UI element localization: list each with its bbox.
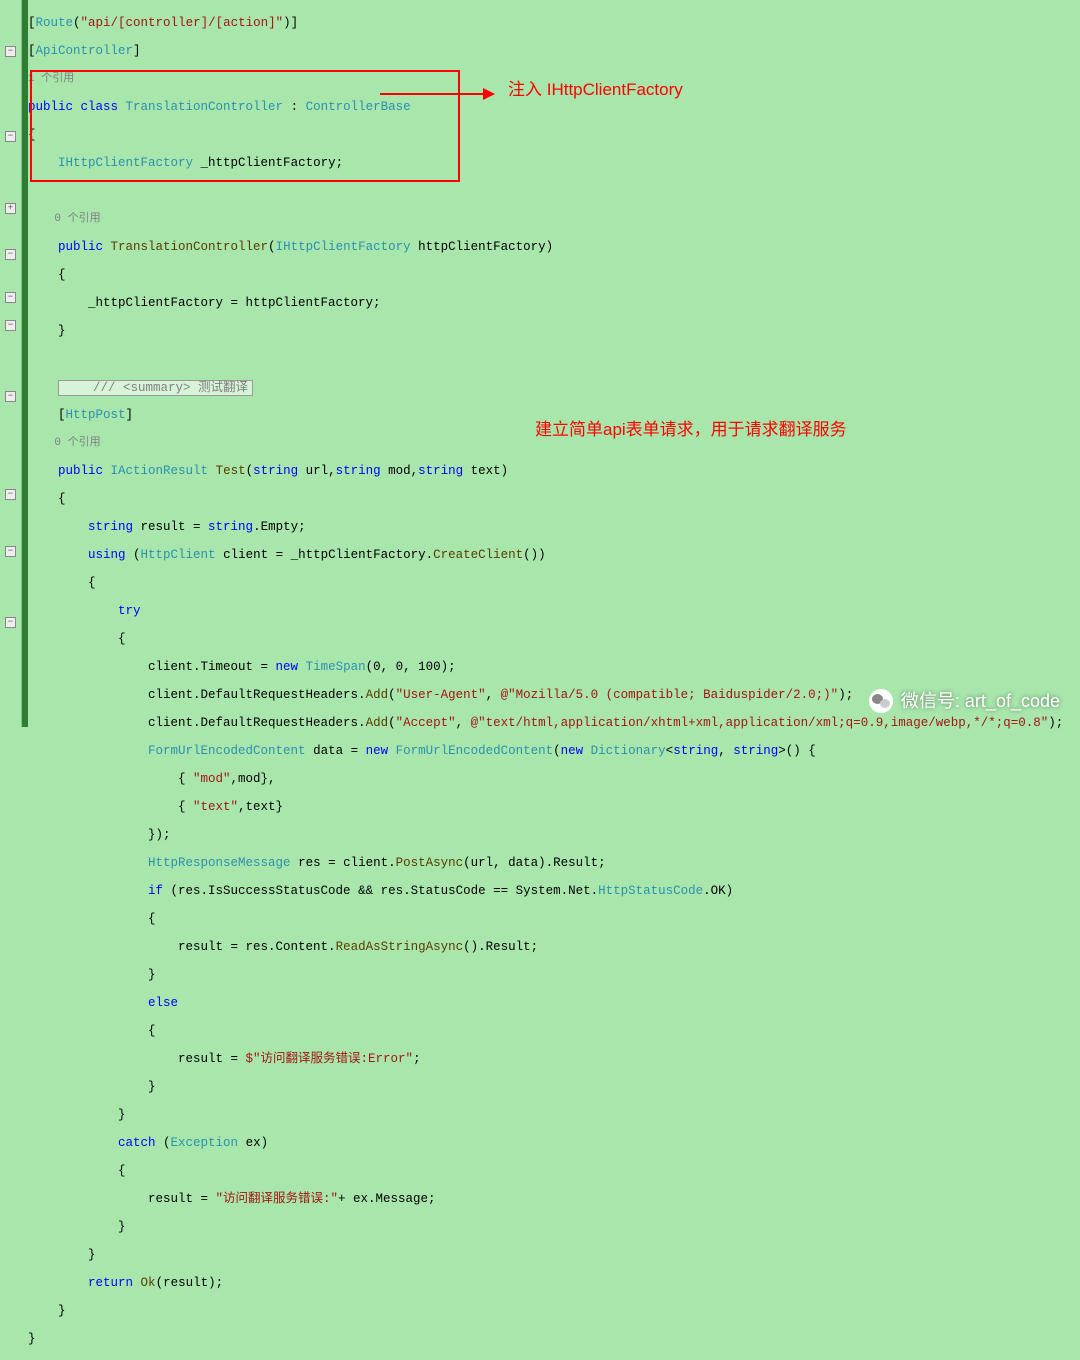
fold-icon[interactable]: − bbox=[5, 489, 16, 500]
fold-icon[interactable]: − bbox=[5, 617, 16, 628]
code-line: { bbox=[28, 912, 1080, 926]
code-line: { bbox=[28, 128, 1080, 142]
fold-icon[interactable]: − bbox=[5, 391, 16, 402]
code-lens[interactable]: 0 个引用 bbox=[28, 212, 1080, 226]
code-line: /// <summary> 测试翻译 bbox=[28, 380, 1080, 394]
fold-icon[interactable]: − bbox=[5, 292, 16, 303]
watermark-text: 微信号: art_of_code bbox=[901, 694, 1060, 708]
code-line: _httpClientFactory = httpClientFactory; bbox=[28, 296, 1080, 310]
code-line: } bbox=[28, 324, 1080, 338]
fold-icon[interactable]: − bbox=[5, 546, 16, 557]
code-line: catch (Exception ex) bbox=[28, 1136, 1080, 1150]
code-line: public TranslationController(IHttpClient… bbox=[28, 240, 1080, 254]
code-line: } bbox=[28, 1080, 1080, 1094]
code-line: { bbox=[28, 576, 1080, 590]
code-line: { bbox=[28, 632, 1080, 646]
arrow bbox=[380, 93, 485, 95]
code-line: { bbox=[28, 268, 1080, 282]
code-line: string result = string.Empty; bbox=[28, 520, 1080, 534]
fold-icon[interactable]: − bbox=[5, 249, 16, 260]
fold-icon[interactable]: − bbox=[5, 320, 16, 331]
wechat-icon bbox=[869, 689, 893, 713]
code-line: { bbox=[28, 492, 1080, 506]
code-line: } bbox=[28, 1304, 1080, 1318]
fold-icon[interactable]: + bbox=[5, 203, 16, 214]
code-line: try bbox=[28, 604, 1080, 618]
code-line bbox=[28, 352, 1080, 366]
code-line: result = $"访问翻译服务错误:Error"; bbox=[28, 1052, 1080, 1066]
code-line: HttpResponseMessage res = client.PostAsy… bbox=[28, 856, 1080, 870]
annotation-label: 注入 IHttpClientFactory bbox=[508, 83, 683, 97]
code-line: using (HttpClient client = _httpClientFa… bbox=[28, 548, 1080, 562]
code-line: } bbox=[28, 1332, 1080, 1346]
code-line: else bbox=[28, 996, 1080, 1010]
code-line: } bbox=[28, 1248, 1080, 1262]
collapsed-summary[interactable]: /// <summary> 测试翻译 bbox=[58, 380, 253, 396]
code-line: result = res.Content.ReadAsStringAsync()… bbox=[28, 940, 1080, 954]
code-line: if (res.IsSuccessStatusCode && res.Statu… bbox=[28, 884, 1080, 898]
code-line: client.Timeout = new TimeSpan(0, 0, 100)… bbox=[28, 660, 1080, 674]
code-line: { bbox=[28, 1024, 1080, 1038]
code-line: public class TranslationController : Con… bbox=[28, 100, 1080, 114]
code-line: { "text",text} bbox=[28, 800, 1080, 814]
code-line: client.DefaultRequestHeaders.Add("Accept… bbox=[28, 716, 1080, 730]
code-line: } bbox=[28, 968, 1080, 982]
code-line: IHttpClientFactory _httpClientFactory; bbox=[28, 156, 1080, 170]
code-line bbox=[28, 184, 1080, 198]
code-line: return Ok(result); bbox=[28, 1276, 1080, 1290]
code-line: { bbox=[28, 1164, 1080, 1178]
code-line: public IActionResult Test(string url,str… bbox=[28, 464, 1080, 478]
code-line: }); bbox=[28, 828, 1080, 842]
code-line: FormUrlEncodedContent data = new FormUrl… bbox=[28, 744, 1080, 758]
code-line: { "mod",mod}, bbox=[28, 772, 1080, 786]
code-line: [ApiController] bbox=[28, 44, 1080, 58]
code-line: } bbox=[28, 1108, 1080, 1122]
code-editor[interactable]: [Route("api/[controller]/[action]")] [Ap… bbox=[28, 0, 1080, 1360]
watermark: 微信号: art_of_code bbox=[869, 689, 1060, 713]
fold-icon[interactable]: − bbox=[5, 46, 16, 57]
code-line: [Route("api/[controller]/[action]")] bbox=[28, 16, 1080, 30]
annotation-label: 建立简单api表单请求，用于请求翻译服务 bbox=[535, 423, 847, 437]
arrow-head-icon bbox=[483, 88, 495, 100]
code-line: result = "访问翻译服务错误:"+ ex.Message; bbox=[28, 1192, 1080, 1206]
fold-icon[interactable]: − bbox=[5, 131, 16, 142]
code-line: } bbox=[28, 1220, 1080, 1234]
